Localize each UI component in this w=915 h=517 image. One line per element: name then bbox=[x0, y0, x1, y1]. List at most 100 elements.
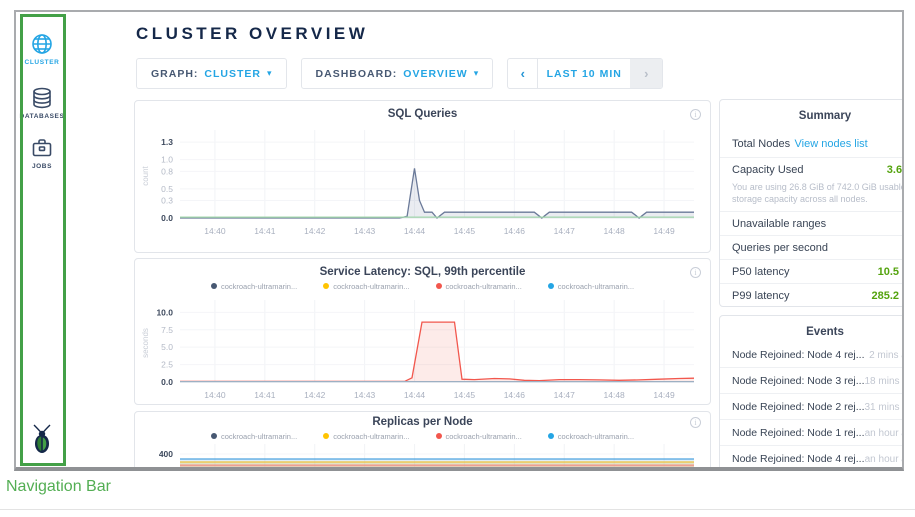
svg-text:14:47: 14:47 bbox=[553, 390, 575, 400]
globe-icon bbox=[30, 32, 54, 56]
dashboard-dropdown[interactable]: DASHBOARD: OVERVIEW ▾ bbox=[301, 58, 494, 89]
sidebar-item-label: DATABASES bbox=[16, 113, 68, 120]
svg-text:5.0: 5.0 bbox=[161, 342, 173, 352]
legend-item: cockroach-ultramarin... bbox=[436, 280, 522, 292]
replicas-per-node-chart[interactable]: 400 bbox=[138, 444, 708, 471]
svg-text:seconds: seconds bbox=[141, 328, 150, 358]
summary-label: Total Nodes bbox=[732, 138, 790, 150]
legend-label: cockroach-ultramarin... bbox=[446, 282, 522, 291]
event-row: Node Rejoined: Node 2 rej... 31 mins ago bbox=[720, 393, 904, 419]
svg-text:14:41: 14:41 bbox=[254, 226, 276, 236]
legend-item: cockroach-ultramarin... bbox=[211, 430, 297, 442]
legend-label: cockroach-ultramarin... bbox=[558, 282, 634, 291]
svg-text:14:46: 14:46 bbox=[503, 226, 525, 236]
svg-text:14:40: 14:40 bbox=[204, 390, 226, 400]
svg-text:count: count bbox=[141, 165, 150, 185]
svg-text:14:42: 14:42 bbox=[304, 390, 326, 400]
event-row: Node Rejoined: Node 4 rej... 2 mins ago bbox=[720, 342, 904, 367]
cockroach-admin-ui-window: CLUSTER DATABASES JOBS bbox=[14, 10, 904, 471]
view-nodes-list-link[interactable]: View nodes list bbox=[795, 138, 868, 150]
event-time: an hour ago bbox=[865, 454, 904, 465]
legend-label: cockroach-ultramarin... bbox=[558, 432, 634, 441]
summary-label: Queries per second bbox=[732, 242, 828, 254]
svg-text:14:47: 14:47 bbox=[553, 226, 575, 236]
svg-text:400: 400 bbox=[158, 449, 172, 459]
summary-label: P99 latency bbox=[732, 290, 789, 302]
svg-text:2.5: 2.5 bbox=[161, 360, 173, 370]
svg-text:14:45: 14:45 bbox=[453, 226, 475, 236]
legend-item: cockroach-ultramarin... bbox=[323, 430, 409, 442]
summary-value: 3.62% bbox=[887, 164, 904, 176]
cockroachdb-logo[interactable] bbox=[16, 424, 68, 459]
summary-title: Summary bbox=[720, 100, 904, 122]
svg-text:14:48: 14:48 bbox=[603, 390, 625, 400]
summary-row-p50: P50 latency 10.5 ms bbox=[720, 259, 904, 283]
event-text: Node Rejoined: Node 1 rej... bbox=[732, 427, 865, 439]
event-time: 2 mins ago bbox=[869, 350, 904, 361]
sidebar-item-cluster[interactable]: CLUSTER bbox=[16, 32, 68, 66]
navigation-bar: CLUSTER DATABASES JOBS bbox=[16, 12, 68, 467]
sidebar-item-label: JOBS bbox=[16, 163, 68, 170]
sql-queries-chart[interactable]: 0.00.30.50.81.01.314:4014:4114:4214:4314… bbox=[138, 122, 708, 246]
legend-label: cockroach-ultramarin... bbox=[333, 432, 409, 441]
legend-item: cockroach-ultramarin... bbox=[211, 280, 297, 292]
info-icon[interactable]: i bbox=[690, 267, 701, 278]
main-content: CLUSTER OVERVIEW GRAPH: CLUSTER ▾ DASHBO… bbox=[68, 12, 902, 467]
event-text: Node Rejoined: Node 4 rej... bbox=[732, 349, 865, 361]
summary-value: 285.2 ms bbox=[872, 290, 904, 302]
legend-item: cockroach-ultramarin... bbox=[323, 280, 409, 292]
svg-text:14:44: 14:44 bbox=[403, 390, 425, 400]
series-dot-icon bbox=[548, 283, 554, 289]
page: CLUSTER DATABASES JOBS bbox=[0, 0, 915, 517]
svg-text:0.8: 0.8 bbox=[161, 166, 173, 176]
chevron-down-icon: ▾ bbox=[474, 68, 479, 79]
info-icon[interactable]: i bbox=[690, 109, 701, 120]
cockroach-bug-icon bbox=[29, 424, 55, 454]
event-row: Node Rejoined: Node 3 rej... 18 mins ago bbox=[720, 367, 904, 393]
database-icon bbox=[30, 86, 54, 110]
svg-text:14:40: 14:40 bbox=[204, 226, 226, 236]
svg-text:14:43: 14:43 bbox=[354, 390, 376, 400]
svg-text:0.5: 0.5 bbox=[161, 184, 173, 194]
chart-title: Service Latency: SQL, 99th percentile bbox=[135, 259, 710, 278]
svg-text:1.3: 1.3 bbox=[161, 137, 173, 147]
legend-label: cockroach-ultramarin... bbox=[446, 432, 522, 441]
sidebar-item-jobs[interactable]: JOBS bbox=[16, 136, 68, 170]
summary-label: P50 latency bbox=[732, 266, 789, 278]
event-time: 31 mins ago bbox=[865, 402, 905, 413]
time-range-prev-button[interactable]: ‹ bbox=[508, 59, 538, 88]
summary-row-capacity: Capacity Used 3.62% bbox=[720, 157, 904, 181]
summary-value: 10.5 ms bbox=[878, 266, 904, 278]
svg-text:0.0: 0.0 bbox=[161, 377, 173, 387]
event-text: Node Rejoined: Node 2 rej... bbox=[732, 401, 865, 413]
event-time: 18 mins ago bbox=[865, 376, 905, 387]
summary-panel: Summary Total Nodes View nodes list 4 Ca… bbox=[719, 99, 904, 307]
series-dot-icon bbox=[323, 283, 329, 289]
chart-legend: cockroach-ultramarin... cockroach-ultram… bbox=[135, 430, 710, 442]
legend-label: cockroach-ultramarin... bbox=[221, 432, 297, 441]
replicas-per-node-chart-card: Replicas per Node i cockroach-ultramarin… bbox=[134, 411, 711, 471]
svg-text:14:45: 14:45 bbox=[453, 390, 475, 400]
graph-dropdown[interactable]: GRAPH: CLUSTER ▾ bbox=[136, 58, 287, 89]
svg-text:7.5: 7.5 bbox=[161, 325, 173, 335]
svg-text:14:43: 14:43 bbox=[354, 226, 376, 236]
svg-text:14:42: 14:42 bbox=[304, 226, 326, 236]
series-dot-icon bbox=[211, 283, 217, 289]
series-dot-icon bbox=[211, 433, 217, 439]
event-time: an hour ago bbox=[865, 428, 904, 439]
page-title: CLUSTER OVERVIEW bbox=[136, 24, 368, 44]
legend-item: cockroach-ultramarin... bbox=[548, 430, 634, 442]
sidebar-item-databases[interactable]: DATABASES bbox=[16, 86, 68, 120]
chart-title: SQL Queries bbox=[135, 101, 710, 120]
time-range-label[interactable]: LAST 10 MIN bbox=[538, 59, 630, 88]
service-latency-chart-card: Service Latency: SQL, 99th percentile i … bbox=[134, 258, 711, 405]
svg-text:14:49: 14:49 bbox=[653, 390, 675, 400]
events-rows: Node Rejoined: Node 4 rej... 2 mins ago … bbox=[720, 342, 904, 471]
time-range-next-button[interactable]: › bbox=[630, 59, 662, 88]
info-icon[interactable]: i bbox=[690, 417, 701, 428]
chevron-down-icon: ▾ bbox=[267, 68, 272, 79]
sidebar-item-label: CLUSTER bbox=[16, 59, 68, 66]
legend-item: cockroach-ultramarin... bbox=[548, 280, 634, 292]
svg-text:14:41: 14:41 bbox=[254, 390, 276, 400]
service-latency-chart[interactable]: 0.02.55.07.510.014:4014:4114:4214:4314:4… bbox=[138, 294, 708, 406]
